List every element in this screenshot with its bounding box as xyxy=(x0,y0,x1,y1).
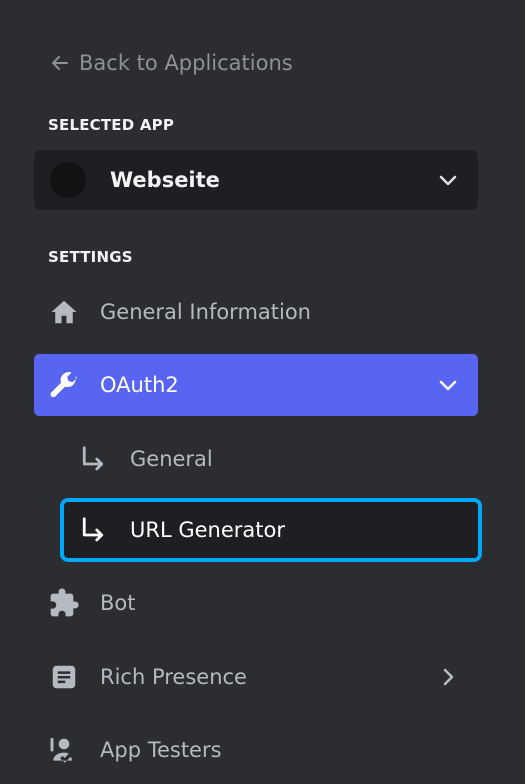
sidebar-item-label: App Testers xyxy=(100,738,222,762)
app-avatar xyxy=(50,162,86,198)
sidebar-item-app-testers[interactable]: App Testers xyxy=(34,719,478,781)
chevron-down-icon xyxy=(436,373,460,397)
settings-heading: SETTINGS xyxy=(48,248,133,266)
sidebar-subitem-url-generator[interactable]: URL Generator xyxy=(60,498,482,562)
puzzle-icon xyxy=(47,586,81,620)
sidebar-subitem-label: URL Generator xyxy=(130,518,285,542)
back-link-label: Back to Applications xyxy=(79,51,293,75)
sidebar-item-rich-presence[interactable]: Rich Presence xyxy=(34,646,478,708)
app-selector-dropdown[interactable]: Webseite xyxy=(34,150,478,210)
chevron-down-icon xyxy=(436,168,460,192)
subitem-arrow-icon xyxy=(78,444,108,474)
sidebar-item-bot[interactable]: Bot xyxy=(34,572,478,634)
sidebar-item-label: OAuth2 xyxy=(100,373,179,397)
document-icon xyxy=(47,660,81,694)
selected-app-heading: SELECTED APP xyxy=(48,116,175,134)
sidebar-item-label: Bot xyxy=(100,591,136,615)
subitem-arrow-icon xyxy=(78,515,108,545)
sidebar-item-label: Rich Presence xyxy=(100,665,247,689)
sidebar-item-general-information[interactable]: General Information xyxy=(34,281,478,343)
back-to-applications-link[interactable]: Back to Applications xyxy=(50,46,293,80)
app-name: Webseite xyxy=(110,168,220,192)
sidebar-item-label: General Information xyxy=(100,300,311,324)
sidebar-subitem-general[interactable]: General xyxy=(60,427,482,491)
sidebar-item-oauth2[interactable]: OAuth2 xyxy=(34,354,478,416)
developer-sidebar: Back to Applications SELECTED APP Websei… xyxy=(0,0,525,784)
arrow-left-icon xyxy=(50,53,70,73)
wrench-icon xyxy=(47,368,81,402)
chevron-right-icon xyxy=(436,665,460,689)
user-check-icon xyxy=(47,733,81,767)
sidebar-subitem-label: General xyxy=(130,447,213,471)
home-icon xyxy=(47,295,81,329)
